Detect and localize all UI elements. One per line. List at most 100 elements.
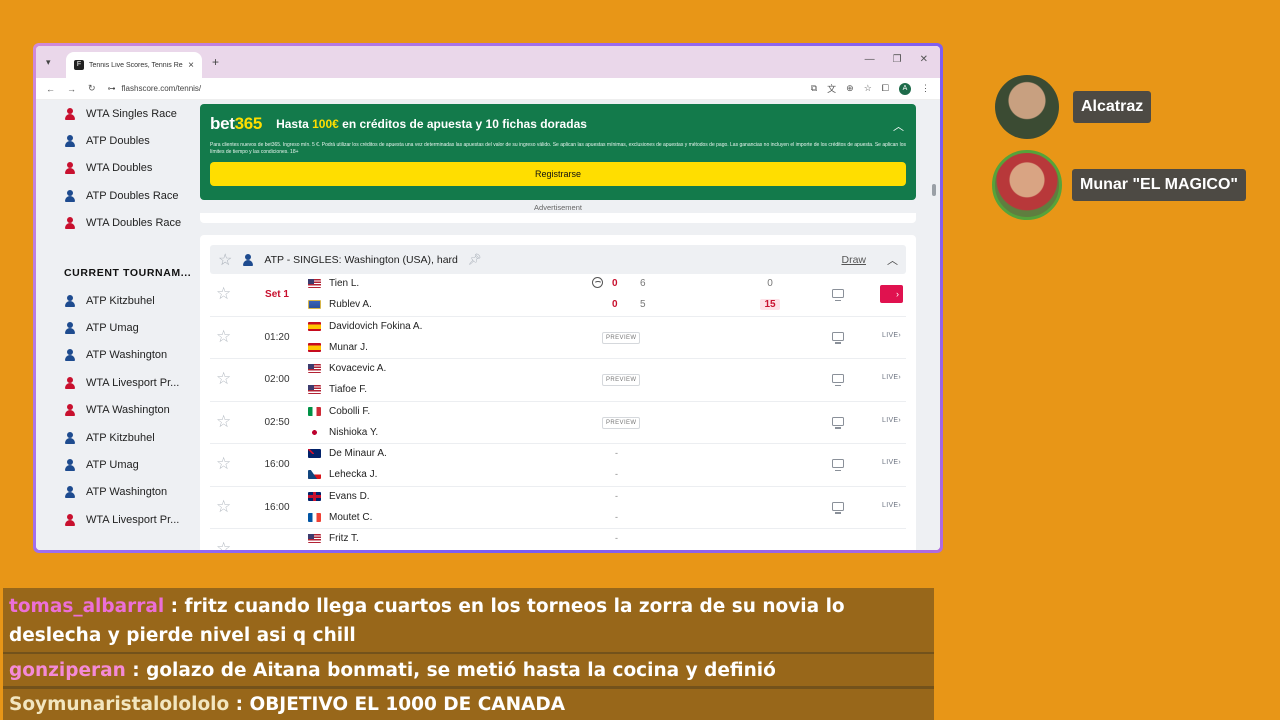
sidebar-heading-current-tournaments: CURRENT TOURNAM... — [64, 266, 192, 279]
streamer-avatar — [992, 150, 1062, 220]
preview-badge[interactable]: PREVIEW — [602, 374, 641, 386]
atp-player-icon — [64, 322, 76, 335]
streamer-card-2: Munar "EL MAGICO" — [992, 150, 1246, 220]
us-flag-icon — [308, 279, 321, 288]
favorite-league-star-icon[interactable]: ☆ — [218, 250, 232, 270]
new-tab-icon[interactable]: + — [212, 55, 219, 69]
match-row[interactable]: ☆ 16:00 Evans D. Moutet C. - - LIVE› — [210, 487, 906, 529]
favorite-match-star-icon[interactable]: ☆ — [216, 369, 231, 389]
match-row[interactable]: ☆ 16:00 De Minaur A. Lehecka J. - - LIVE› — [210, 444, 906, 487]
scrollbar[interactable] — [930, 154, 938, 550]
reload-icon[interactable]: ↻ — [88, 83, 96, 94]
favorite-match-star-icon[interactable]: ☆ — [216, 327, 231, 347]
match-row[interactable]: ☆ 02:50 Cobolli F. Nishioka Y. PREVIEW LIVE› — [210, 402, 906, 444]
sidebar-item[interactable]: WTA Doubles — [36, 155, 196, 182]
us-flag-icon — [308, 364, 321, 373]
live-stream-button[interactable]: › — [880, 285, 903, 303]
sidebar-item[interactable]: ATP Umag — [36, 451, 196, 478]
match-time: 16:00 — [264, 459, 290, 470]
minimize-icon[interactable]: — — [865, 54, 875, 65]
favorite-match-star-icon[interactable]: ☆ — [216, 454, 231, 474]
sidebar-item[interactable]: ATP Umag — [36, 314, 196, 341]
install-app-icon[interactable]: ⧉ — [811, 83, 817, 94]
browser-tab[interactable]: F Tennis Live Scores, Tennis Results × — [66, 52, 202, 78]
sidebar-item[interactable]: ATP Doubles Race — [36, 182, 196, 209]
live-link[interactable]: LIVE› — [882, 417, 901, 424]
player-2: Tiafoe F. — [308, 384, 367, 395]
tv-icon[interactable] — [832, 331, 844, 344]
sidebar-item[interactable]: ATP Kitzbuhel — [36, 287, 196, 314]
player-2: Lehecka J. — [308, 469, 377, 480]
back-icon[interactable]: ← — [46, 84, 55, 94]
atp-player-icon — [242, 253, 254, 266]
score-points: 15 — [760, 299, 780, 310]
sidebar-item[interactable]: WTA Singles Race — [36, 100, 196, 127]
tv-icon[interactable] — [832, 501, 844, 514]
live-link[interactable]: LIVE› — [882, 332, 901, 339]
sidebar-item-label: ATP Umag — [86, 322, 139, 335]
player-name: Munar J. — [329, 341, 368, 353]
tv-icon[interactable] — [832, 459, 844, 471]
sidebar-item[interactable]: ATP Doubles — [36, 127, 196, 154]
window-close-icon[interactable]: ✕ — [920, 54, 928, 65]
draw-link[interactable]: Draw — [841, 254, 866, 266]
translate-icon[interactable]: 文 — [827, 82, 836, 95]
preview-badge[interactable]: PREVIEW — [602, 416, 641, 429]
match-row[interactable]: ☆ 02:00 Kovacevic A. Tiafoe F. PREVIEW LIVE› — [210, 359, 906, 402]
browser-menu-icon[interactable]: ⋮ — [921, 83, 930, 94]
preview-badge[interactable]: PREVIEW — [602, 331, 641, 344]
sidebar-item[interactable]: WTA Doubles Race — [36, 210, 196, 237]
match-row[interactable]: ☆ Set 1 Tien L. Rublev A. 0 6 0 0 5 15 › — [210, 274, 906, 317]
sidebar-item[interactable]: WTA Washington — [36, 397, 196, 424]
forward-icon[interactable]: → — [67, 84, 76, 94]
site-info-icon[interactable]: ⊶ — [108, 84, 116, 93]
favorite-match-star-icon[interactable]: ☆ — [216, 412, 231, 432]
sidebar-item[interactable]: ATP Washington — [36, 479, 196, 506]
collapse-league-chevron-icon[interactable]: ︿ — [887, 252, 898, 268]
player-name: Tiafoe F. — [329, 384, 367, 395]
league-header[interactable]: ☆ ATP - SINGLES: Washington (USA), hard … — [210, 245, 906, 274]
player-name: Nishioka Y. — [329, 426, 379, 438]
tv-icon[interactable] — [832, 416, 844, 429]
bet365-advertisement[interactable]: bet365 Hasta 100€ en créditos de apuesta… — [200, 104, 916, 200]
favorite-match-star-icon[interactable]: ☆ — [216, 539, 231, 550]
profile-avatar[interactable]: A — [899, 82, 911, 95]
sidebar-item[interactable]: ATP Kitzbuhel — [36, 424, 196, 451]
player-1: Tien L. — [308, 278, 359, 289]
es-flag-icon — [308, 321, 321, 331]
url-field[interactable]: ⊶ flashscore.com/tennis/ — [108, 84, 799, 93]
player-2: Moutet C. — [308, 512, 372, 523]
player-name: Kovacevic A. — [329, 363, 387, 374]
sidebar-item[interactable]: WTA Livesport Pr... — [36, 369, 196, 396]
match-row[interactable]: ☆ 01:20 Davidovich Fokina A. Munar J. PREVIE… — [210, 317, 906, 359]
tv-icon[interactable] — [832, 289, 844, 301]
live-link[interactable]: LIVE› — [882, 374, 901, 381]
tv-icon[interactable] — [832, 374, 844, 386]
zoom-icon[interactable]: ⊕ — [846, 83, 854, 94]
favorite-match-star-icon[interactable]: ☆ — [216, 284, 231, 304]
sidebar-item[interactable]: ATP Washington — [36, 342, 196, 369]
match-row[interactable]: ☆ Fritz T. - — [210, 529, 906, 550]
live-label: LIVE — [882, 416, 899, 424]
sidebar-item[interactable]: WTA Livesport Pr... — [36, 506, 196, 533]
tab-search-icon[interactable]: ▾ — [46, 57, 60, 68]
register-button[interactable]: Registrarse — [210, 162, 906, 186]
pin-icon[interactable]: 📌︎ — [468, 253, 482, 266]
score-placeholder: - — [615, 511, 618, 522]
league-title: ATP - SINGLES: Washington (USA), hard — [264, 253, 458, 266]
favorite-match-star-icon[interactable]: ☆ — [216, 497, 231, 517]
ad-collapse-chevron-icon[interactable]: ︿ — [893, 118, 904, 134]
bookmark-star-icon[interactable]: ☆ — [864, 83, 872, 94]
streamer-card-1: Alcatraz — [995, 75, 1152, 139]
player-name: Tien L. — [329, 278, 360, 289]
wta-player-icon — [64, 376, 76, 389]
atp-player-icon — [64, 294, 76, 307]
live-link[interactable]: LIVE› — [882, 502, 901, 509]
score-placeholder: - — [615, 469, 618, 479]
score-points: 0 — [767, 278, 773, 289]
extensions-icon[interactable]: ⧠ — [882, 83, 889, 94]
player-name: Cobolli F. — [329, 405, 371, 417]
tab-close-icon[interactable]: × — [188, 60, 194, 71]
live-link[interactable]: LIVE› — [882, 459, 901, 466]
restore-icon[interactable]: ❐ — [893, 54, 902, 65]
